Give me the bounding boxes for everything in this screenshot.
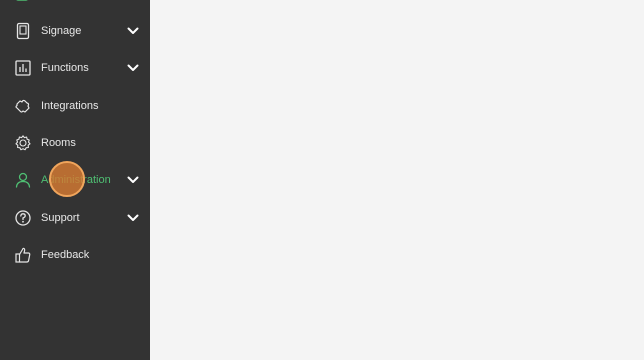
sidebar: Signage Functions Integrations Rooms Adm… (0, 0, 150, 360)
sidebar-item-label: Functions (41, 61, 89, 74)
user-icon (13, 170, 33, 190)
sidebar-item-label: Integrations (41, 99, 99, 112)
sidebar-item-signage[interactable]: Signage (0, 12, 150, 49)
sidebar-item-administration[interactable]: Administration (0, 161, 150, 198)
sidebar-top-partial-icon (14, 0, 30, 3)
sidebar-item-label: Support (41, 211, 80, 224)
sidebar-item-feedback[interactable]: Feedback (0, 236, 150, 273)
puzzle-icon (13, 96, 33, 116)
gear-icon (13, 133, 33, 153)
chevron-down-icon[interactable] (126, 24, 140, 38)
chevron-down-icon[interactable] (126, 211, 140, 225)
chevron-down-icon[interactable] (126, 173, 140, 187)
sidebar-item-label: Feedback (41, 248, 90, 261)
sidebar-item-label: Administration (41, 173, 111, 186)
sidebar-item-integrations[interactable]: Integrations (0, 87, 150, 124)
sidebar-item-functions[interactable]: Functions (0, 49, 150, 86)
sidebar-item-rooms[interactable]: Rooms (0, 124, 150, 161)
help-circle-icon (13, 208, 33, 228)
sidebar-item-support[interactable]: Support (0, 199, 150, 236)
thumbs-up-icon (13, 245, 33, 265)
chevron-down-icon[interactable] (126, 61, 140, 75)
bar-chart-icon (13, 58, 33, 78)
main-content (150, 0, 644, 360)
sidebar-item-label: Rooms (41, 136, 76, 149)
sidebar-item-label: Signage (41, 24, 82, 37)
tablet-icon (13, 21, 33, 41)
